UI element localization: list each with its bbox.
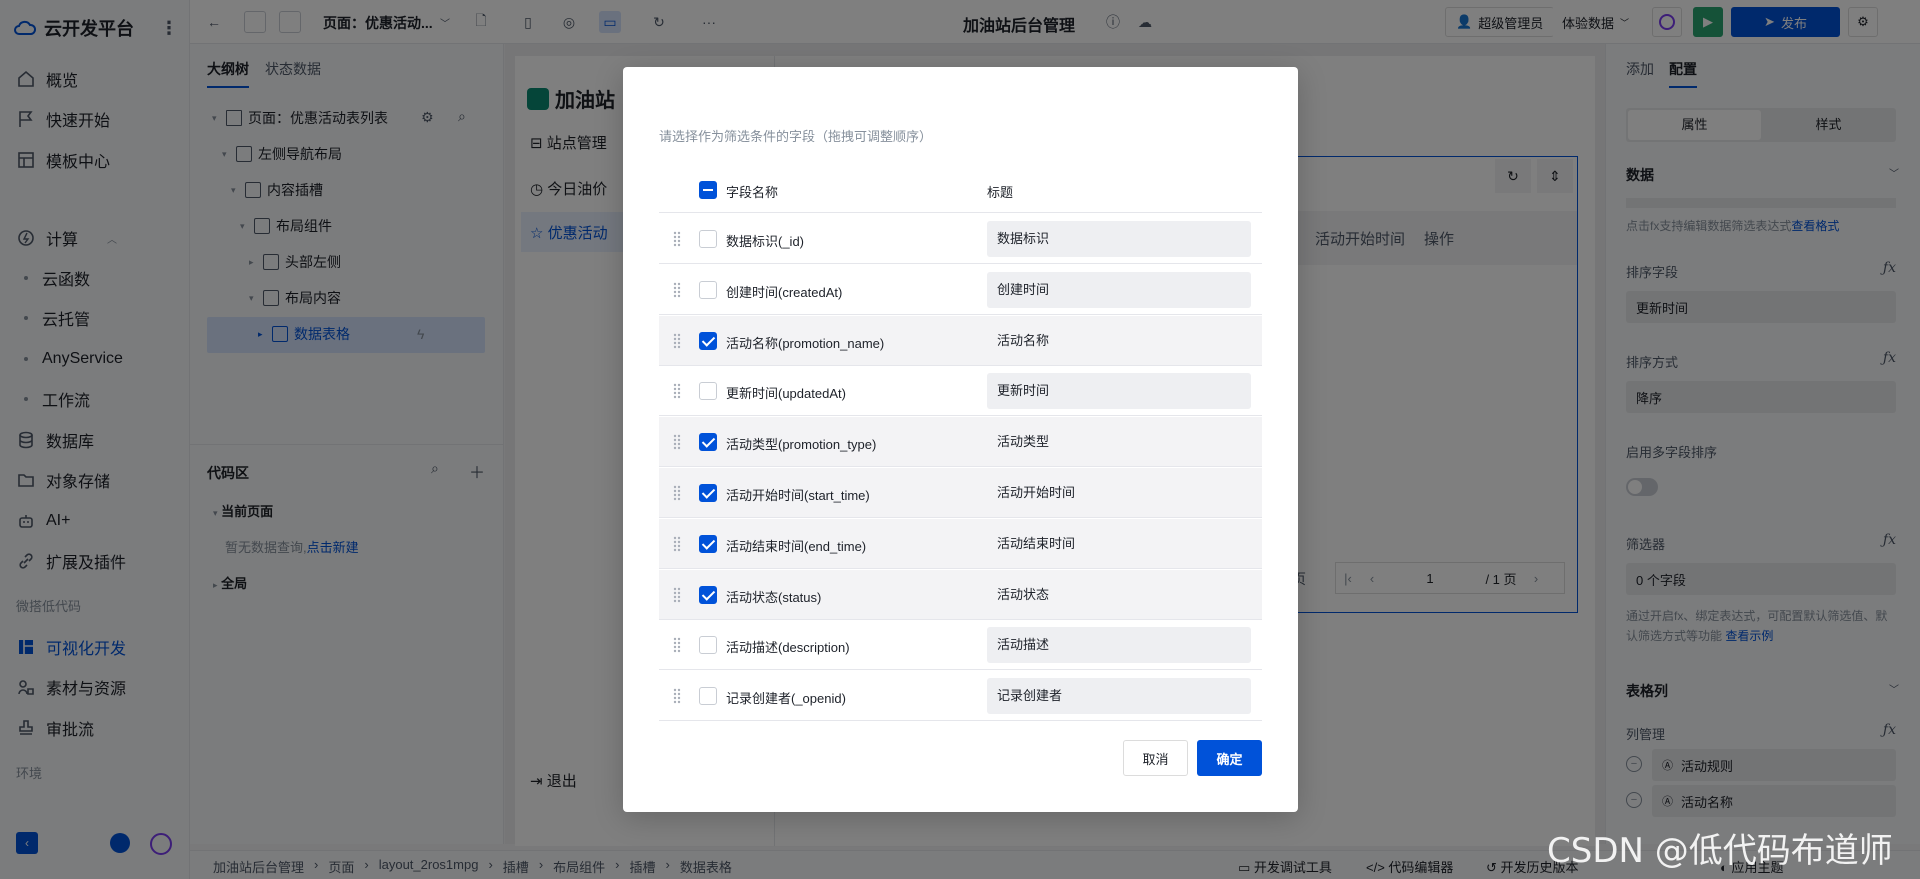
field-row[interactable]: 活动类型(promotion_type) 活动类型 [659,417,1262,468]
field-row[interactable]: 记录创建者(_openid) 记录创建者 [659,671,1262,722]
field-checkbox[interactable] [699,230,717,248]
field-row[interactable]: 数据标识(_id) 数据标识 [659,214,1262,264]
drag-handle-icon[interactable] [673,688,681,704]
field-name: 更新时间(updatedAt) [726,386,846,402]
field-checkbox[interactable] [699,534,717,553]
field-title-input[interactable]: 记录创建者 [987,678,1251,715]
field-row[interactable]: 活动结束时间(end_time) 活动结束时间 [659,518,1262,569]
field-name: 活动描述(description) [726,640,850,656]
field-row[interactable]: 活动状态(status) 活动状态 [659,569,1262,620]
field-name: 活动开始时间(start_time) [726,488,870,503]
field-checkbox[interactable] [699,433,717,452]
field-name: 活动类型(promotion_type) [726,437,877,453]
field-name: 创建时间(createdAt) [726,284,843,300]
field-checkbox[interactable] [699,280,717,299]
field-title-input[interactable]: 活动结束时间 [987,526,1251,562]
field-title-input[interactable]: 创建时间 [987,271,1251,308]
field-checkbox[interactable] [699,585,717,604]
col-field-header: 字段名称 [726,185,779,200]
field-row[interactable]: 创建时间(createdAt) 创建时间 [659,265,1262,315]
field-name: 数据标识(_id) [726,234,805,249]
drag-handle-icon[interactable] [673,637,681,653]
confirm-button[interactable]: 确定 [1197,740,1262,776]
drag-handle-icon[interactable] [673,485,681,501]
field-title-input[interactable]: 数据标识 [987,221,1251,257]
field-name: 活动名称(promotion_name) [726,335,885,351]
field-row[interactable]: 活动名称(promotion_name) 活动名称 [659,315,1262,366]
dialog-hint: 请选择作为筛选条件的字段（拖拽可调整顺序） [659,129,933,144]
field-title-input[interactable]: 活动类型 [987,424,1251,460]
field-title-input[interactable]: 活动名称 [987,323,1251,359]
field-name: 记录创建者(_openid) [726,691,846,707]
field-row[interactable]: 更新时间(updatedAt) 更新时间 [659,366,1262,417]
field-checkbox[interactable] [699,636,717,655]
select-all-checkbox[interactable] [699,181,717,199]
drag-handle-icon[interactable] [673,231,681,247]
field-name: 活动状态(status) [726,589,822,605]
drag-handle-icon[interactable] [673,383,681,399]
field-title-input[interactable]: 活动描述 [987,627,1251,664]
drag-handle-icon[interactable] [673,282,681,298]
drag-handle-icon[interactable] [673,536,681,552]
field-checkbox[interactable] [699,484,717,502]
drag-handle-icon[interactable] [673,434,681,450]
field-checkbox[interactable] [699,687,717,706]
field-title-input[interactable]: 活动状态 [987,577,1251,613]
field-row[interactable]: 活动描述(description) 活动描述 [659,620,1262,671]
dialog-table-header: 字段名称 标题 [659,167,1262,213]
field-name: 活动结束时间(end_time) [726,538,867,554]
field-checkbox[interactable] [699,331,717,350]
field-checkbox[interactable] [699,382,717,401]
drag-handle-icon[interactable] [673,587,681,603]
filter-field-dialog: 请选择作为筛选条件的字段（拖拽可调整顺序） 字段名称 标题 数据标识(_id) 数… [623,67,1298,812]
col-title-header: 标题 [987,185,1014,200]
drag-handle-icon[interactable] [673,333,681,349]
watermark: CSDN @低代码布道师 [1547,831,1893,871]
cancel-button[interactable]: 取消 [1123,740,1188,776]
field-row[interactable]: 活动开始时间(start_time) 活动开始时间 [659,468,1262,518]
field-title-input[interactable]: 更新时间 [987,373,1251,410]
field-title-input[interactable]: 活动开始时间 [987,475,1251,511]
